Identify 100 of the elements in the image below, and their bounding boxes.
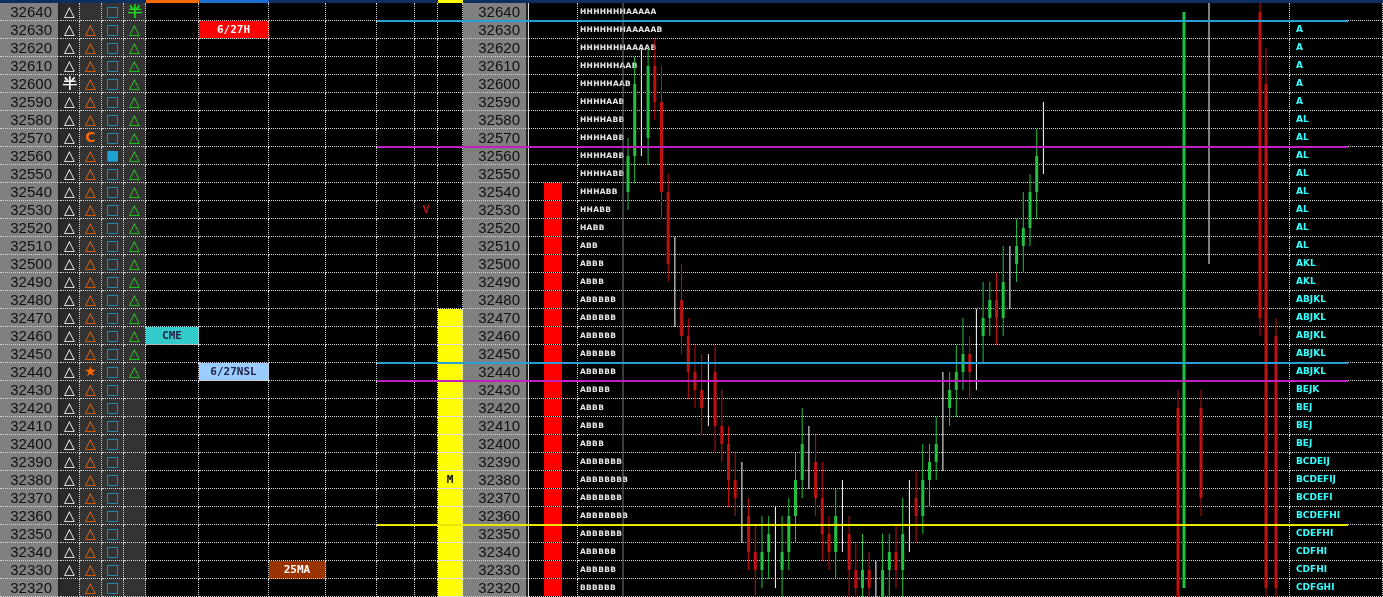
price-label: 32500: [463, 255, 528, 273]
table-cell: [326, 327, 377, 345]
price-label: 32330: [463, 561, 528, 579]
table-cell: [146, 291, 199, 309]
price-label: 32490: [0, 273, 60, 291]
price-label: 32420: [463, 399, 528, 417]
table-cell: [146, 3, 199, 21]
price-label: 32530: [463, 201, 528, 219]
price-label: 32480: [463, 291, 528, 309]
period-letters: ABJKL: [1290, 309, 1383, 327]
table-cell: [146, 129, 199, 147]
table-cell: [269, 39, 326, 57]
table-cell: [146, 201, 199, 219]
signal-mark: □: [102, 75, 124, 93]
signal-mark: △: [60, 21, 80, 39]
table-cell: [60, 579, 80, 597]
price-label: 32640: [463, 3, 528, 21]
table-cell: [199, 489, 269, 507]
price-label: 32420: [0, 399, 60, 417]
signal-mark: △: [80, 471, 102, 489]
signal-mark: △: [80, 21, 102, 39]
candlestick: [867, 551, 871, 597]
signal-mark: □: [102, 327, 124, 345]
table-cell: [326, 381, 377, 399]
price-label: 32640: [0, 3, 60, 21]
table-cell: [326, 201, 377, 219]
signal-mark: △: [80, 57, 102, 75]
period-letters: AL: [1290, 165, 1383, 183]
signal-mark: △: [80, 561, 102, 579]
signal-mark: △: [124, 111, 146, 129]
period-letters: AKL: [1290, 273, 1383, 291]
signal-mark: △: [80, 345, 102, 363]
table-cell: [269, 255, 326, 273]
table-cell: [269, 525, 326, 543]
signal-mark: △: [80, 93, 102, 111]
table-cell: [199, 201, 269, 219]
signal-mark: △: [80, 381, 102, 399]
table-cell: [269, 291, 326, 309]
candlestick: [887, 533, 891, 597]
signal-mark: 半: [124, 3, 146, 21]
table-cell: [528, 57, 578, 75]
table-cell: [124, 471, 146, 489]
price-label: 32410: [0, 417, 60, 435]
candlestick: [894, 524, 898, 589]
table-cell: [269, 363, 326, 381]
price-label: 32320: [463, 579, 528, 597]
period-letters: A: [1290, 75, 1383, 93]
period-letters: A: [1290, 57, 1383, 75]
table-cell: [199, 579, 269, 597]
table-cell: [415, 183, 438, 201]
signal-mark: □: [102, 93, 124, 111]
table-cell: [528, 75, 578, 93]
signal-mark: □: [102, 21, 124, 39]
signal-mark: △: [124, 57, 146, 75]
signal-mark: △: [80, 165, 102, 183]
table-cell: [377, 399, 415, 417]
signal-mark: △: [80, 507, 102, 525]
candlestick: [733, 452, 737, 517]
table-cell: [269, 399, 326, 417]
signal-mark: △: [124, 309, 146, 327]
table-cell: [199, 417, 269, 435]
price-label: 32610: [0, 57, 60, 75]
table-cell: [269, 219, 326, 237]
table-cell: [199, 399, 269, 417]
table-cell: [269, 579, 326, 597]
table-cell: [377, 201, 415, 219]
table-cell: [377, 471, 415, 489]
signal-label: V: [415, 201, 438, 219]
price-label: 32390: [0, 453, 60, 471]
table-cell: [415, 291, 438, 309]
signal-mark: △: [124, 39, 146, 57]
table-cell: [326, 471, 377, 489]
table-cell: [269, 3, 326, 21]
table-cell: [377, 93, 415, 111]
table-cell: [199, 291, 269, 309]
table-cell: [377, 237, 415, 255]
table-cell: [124, 381, 146, 399]
price-label: 32590: [0, 93, 60, 111]
signal-mark: △: [60, 435, 80, 453]
table-cell: [146, 543, 199, 561]
table-cell: [415, 75, 438, 93]
signal-mark: △: [124, 219, 146, 237]
signal-mark: △: [124, 327, 146, 345]
signal-mark: □: [102, 435, 124, 453]
table-cell: [146, 381, 199, 399]
candlestick: [988, 281, 992, 337]
table-cell: [415, 93, 438, 111]
table-cell: [146, 345, 199, 363]
table-cell: [146, 273, 199, 291]
table-cell: [326, 273, 377, 291]
table-cell: [146, 417, 199, 435]
period-letters: A: [1290, 39, 1383, 57]
table-cell: [146, 561, 199, 579]
period-letters: AL: [1290, 201, 1383, 219]
price-label: 32520: [463, 219, 528, 237]
table-cell: [326, 507, 377, 525]
signal-mark: □: [102, 237, 124, 255]
candlestick: [875, 560, 877, 597]
candlestick: [767, 515, 771, 580]
signal-mark: △: [80, 147, 102, 165]
